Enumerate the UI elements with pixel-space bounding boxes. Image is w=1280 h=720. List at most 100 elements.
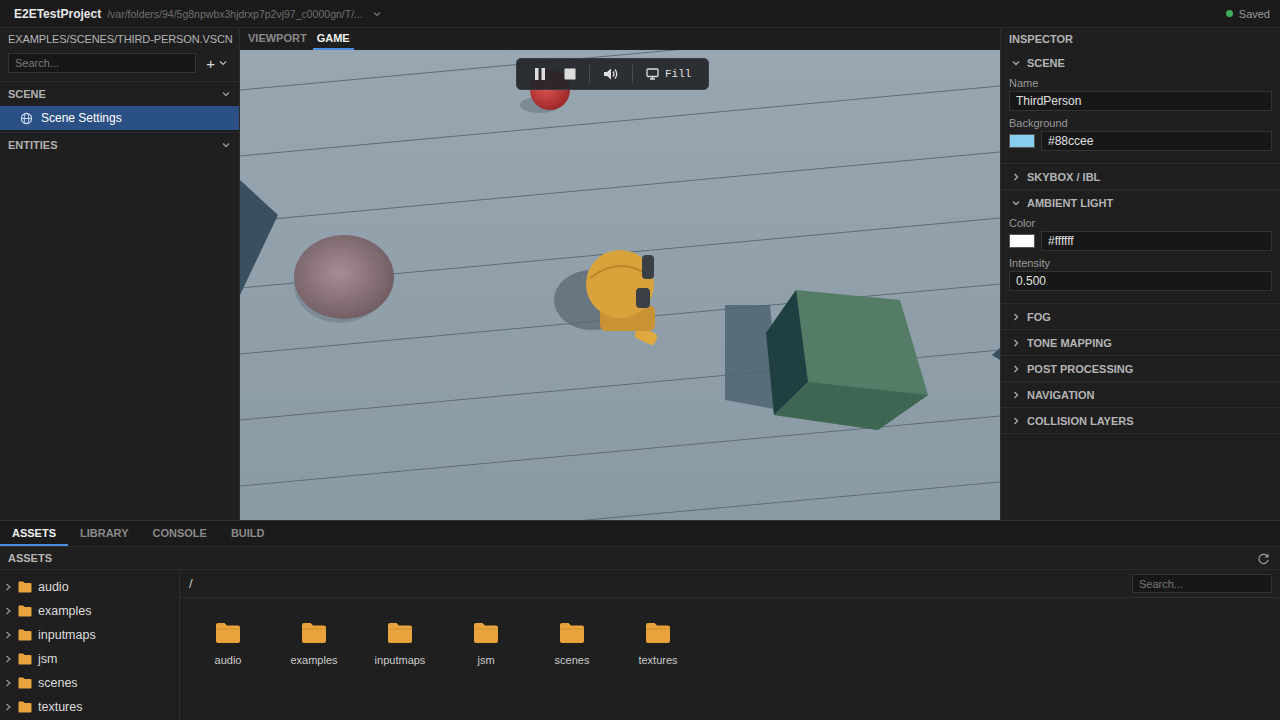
hierarchy-search[interactable]	[8, 53, 196, 73]
inspector-section: TONE MAPPING	[1001, 330, 1280, 356]
asset-search[interactable]	[1132, 574, 1272, 593]
folder-icon	[18, 605, 32, 617]
folder-icon	[18, 677, 32, 689]
dropdown-icon[interactable]	[373, 11, 381, 17]
asset-tree-item[interactable]: examples	[0, 599, 179, 623]
chevron-icon	[221, 141, 231, 149]
inspector-section-header[interactable]: TONE MAPPING	[1001, 330, 1280, 355]
inspector-section-header[interactable]: COLLISION LAYERS	[1001, 408, 1280, 433]
color-swatch[interactable]	[1009, 234, 1035, 248]
chevron-icon	[1012, 390, 1020, 400]
chevron-icon	[1012, 312, 1020, 322]
chevron-icon	[1011, 199, 1021, 207]
chevron-icon	[1012, 364, 1020, 374]
folder-icon	[559, 622, 585, 644]
monitor-icon	[646, 68, 659, 80]
asset-folder[interactable]: textures	[615, 622, 701, 666]
expand-icon[interactable]	[4, 607, 12, 615]
chevron-icon	[1012, 172, 1020, 182]
game-view[interactable]: Fill	[240, 50, 1000, 520]
folder-icon	[473, 622, 499, 644]
asset-folder[interactable]: scenes	[529, 622, 615, 666]
view-tab[interactable]: GAME	[313, 28, 354, 50]
hierarchy-item[interactable]: Scene Settings	[0, 106, 239, 130]
folder-icon	[18, 629, 32, 641]
stop-icon	[564, 68, 576, 80]
asset-tree-item[interactable]: textures	[0, 695, 179, 719]
asset-browser: / audioexamplesinputmapsjsmscenestextures	[180, 570, 1280, 720]
field-input[interactable]	[1041, 231, 1272, 251]
mute-button[interactable]	[596, 62, 626, 86]
chevron-icon	[1012, 338, 1020, 348]
scale-mode-button[interactable]: Fill	[639, 62, 698, 86]
asset-folder[interactable]: jsm	[443, 622, 529, 666]
bottom-tab[interactable]: CONSOLE	[141, 521, 219, 546]
game-render	[240, 50, 1000, 520]
add-entity-button[interactable]: +	[202, 56, 231, 71]
field-input[interactable]	[1009, 91, 1272, 111]
bottom-tab[interactable]: BUILD	[219, 521, 277, 546]
pause-button[interactable]	[527, 62, 553, 86]
inspector-section: SCENEName Background	[1001, 50, 1280, 164]
asset-folder[interactable]: examples	[271, 622, 357, 666]
inspector-section-header[interactable]: AMBIENT LIGHT	[1001, 190, 1280, 215]
expand-icon[interactable]	[4, 703, 12, 711]
globe-icon	[20, 112, 33, 125]
asset-folder[interactable]: inputmaps	[357, 622, 443, 666]
title-bar: E2ETestProject/var/folders/94/5g8npwbx3h…	[0, 0, 1280, 28]
hierarchy-section-header[interactable]: SCENE	[0, 81, 239, 106]
bottom-panel: ASSETSLIBRARYCONSOLEBUILDASSETSaudioexam…	[0, 520, 1280, 720]
field-input[interactable]	[1041, 131, 1272, 151]
chevron-down-icon	[219, 60, 227, 66]
asset-tree-item[interactable]: scenes	[0, 671, 179, 695]
inspector-section: COLLISION LAYERS	[1001, 408, 1280, 434]
inspector-field: Color	[1009, 215, 1272, 251]
bottom-tab[interactable]: ASSETS	[0, 521, 68, 546]
inspector-section: POST PROCESSING	[1001, 356, 1280, 382]
inspector-section: NAVIGATION	[1001, 382, 1280, 408]
view-tab[interactable]: VIEWPORT	[244, 28, 311, 50]
folder-icon	[645, 622, 671, 644]
inspector-section: AMBIENT LIGHTColor Intensity	[1001, 190, 1280, 304]
inspector-section: FOG	[1001, 304, 1280, 330]
chevron-icon	[1012, 416, 1020, 426]
inspector-field: Background	[1009, 115, 1272, 151]
assets-title: ASSETS	[8, 552, 52, 564]
inspector-section-header[interactable]: SCENE	[1001, 50, 1280, 75]
inspector-field: Name	[1009, 75, 1272, 111]
scene-file-label: EXAMPLES/SCENES/THIRD-PERSON.VSCN	[0, 28, 239, 50]
game-toolbar: Fill	[516, 58, 709, 90]
asset-tree-item[interactable]: inputmaps	[0, 623, 179, 647]
stop-button[interactable]	[557, 62, 583, 86]
field-input[interactable]	[1009, 271, 1272, 291]
expand-icon[interactable]	[4, 583, 12, 591]
status-dot-icon	[1226, 10, 1233, 17]
color-swatch[interactable]	[1009, 134, 1035, 148]
asset-tree: audioexamplesinputmapsjsmscenestextures	[0, 570, 180, 720]
asset-folder[interactable]: audio	[185, 622, 271, 666]
asset-tree-item[interactable]: audio	[0, 575, 179, 599]
inspector-section-header[interactable]: FOG	[1001, 304, 1280, 329]
folder-icon	[215, 622, 241, 644]
folder-icon	[18, 581, 32, 593]
field-label: Color	[1009, 215, 1272, 231]
field-label: Background	[1009, 115, 1272, 131]
inspector-section-header[interactable]: NAVIGATION	[1001, 382, 1280, 407]
speaker-icon	[603, 67, 619, 81]
asset-tree-item[interactable]: jsm	[0, 647, 179, 671]
field-label: Name	[1009, 75, 1272, 91]
inspector-section-header[interactable]: SKYBOX / IBL	[1001, 164, 1280, 189]
bottom-tab[interactable]: LIBRARY	[68, 521, 140, 546]
inspector-field: Intensity	[1009, 255, 1272, 291]
inspector-panel: INSPECTORSCENEName Background SKYBOX / IBL…	[1000, 28, 1280, 520]
refresh-icon[interactable]	[1257, 552, 1270, 565]
breadcrumb[interactable]: /	[189, 576, 193, 591]
inspector-title: INSPECTOR	[1001, 28, 1280, 50]
expand-icon[interactable]	[4, 679, 12, 687]
hierarchy-panel: EXAMPLES/SCENES/THIRD-PERSON.VSCN + SCENES…	[0, 28, 240, 520]
expand-icon[interactable]	[4, 631, 12, 639]
inspector-section-header[interactable]: POST PROCESSING	[1001, 356, 1280, 381]
hierarchy-section-header[interactable]: ENTITIES	[0, 132, 239, 157]
project-path[interactable]: /var/folders/94/5g8npwbx3hjdrxp7p2vj97_c…	[107, 8, 363, 20]
expand-icon[interactable]	[4, 655, 12, 663]
